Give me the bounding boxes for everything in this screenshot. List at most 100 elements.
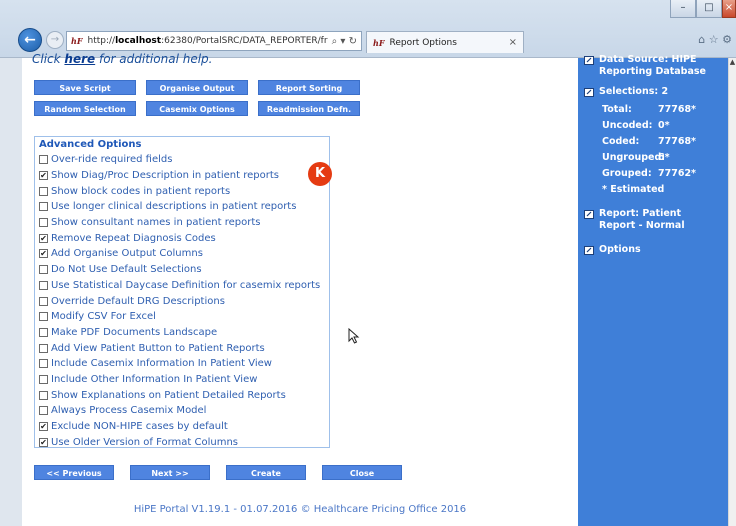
stat-ungrouped: Ungrouped: 6* (602, 152, 670, 163)
casemix-options-button[interactable]: Casemix Options (146, 101, 248, 116)
option-label: Include Other Information In Patient Vie… (51, 373, 258, 385)
option-label: Use longer clinical descriptions in pati… (51, 201, 297, 213)
option-label: Show Diag/Proc Description in patient re… (51, 170, 279, 182)
tab-close-icon[interactable]: × (509, 37, 517, 48)
option-row[interactable]: Use longer clinical descriptions in pati… (39, 199, 325, 215)
create-button[interactable]: Create (226, 465, 306, 480)
stat-total: Total: 77768* (602, 104, 697, 115)
button-row-1: Save Script Organise Output Report Sorti… (34, 80, 360, 95)
checkbox-unchecked[interactable] (39, 280, 48, 290)
sidebar-selections[interactable]: Selections: 2 (584, 86, 668, 98)
option-row[interactable]: ✔ Exclude NON-HIPE cases by default (39, 419, 325, 435)
random-selection-button[interactable]: Random Selection (34, 101, 136, 116)
checkbox-unchecked[interactable] (39, 374, 48, 384)
option-row[interactable]: Make PDF Documents Landscape (39, 325, 325, 341)
checkbox-unchecked[interactable] (39, 186, 48, 196)
option-label: Show consultant names in patient reports (51, 217, 261, 229)
checkbox-unchecked[interactable] (39, 312, 48, 322)
address-controls-icon[interactable]: ⌕ ▾ ↻ (332, 36, 357, 47)
option-row[interactable]: Use Statistical Daycase Definition for c… (39, 278, 325, 294)
address-url[interactable]: http://localhost:62380/PortalSRC/DATA_RE… (88, 36, 328, 46)
estimated-note: * Estimated (602, 184, 665, 195)
checkbox-checked[interactable]: ✔ (39, 233, 48, 243)
next-button[interactable]: Next >> (130, 465, 210, 480)
address-bar[interactable]: hF http://localhost:62380/PortalSRC/DATA… (66, 31, 362, 51)
option-row[interactable]: Include Other Information In Patient Vie… (39, 372, 325, 388)
checkbox-unchecked[interactable] (39, 327, 48, 337)
mouse-pointer-icon (348, 328, 360, 344)
maximize-button[interactable]: □ (696, 0, 722, 18)
option-row[interactable]: Include Casemix Information In Patient V… (39, 356, 325, 372)
checkbox-checked[interactable]: ✔ (39, 249, 48, 259)
option-row[interactable]: ✔ Use Older Version of Format Columns (39, 434, 325, 450)
forward-arrow-icon[interactable]: → (46, 31, 64, 49)
checkbox-unchecked[interactable] (39, 155, 48, 165)
summary-sidebar: Data Source: HIPE Reporting Database Sel… (578, 54, 728, 526)
checkbox-unchecked[interactable] (39, 202, 48, 212)
option-row[interactable]: Modify CSV For Excel (39, 309, 325, 325)
option-label: Over-ride required fields (51, 154, 173, 166)
sidebar-options[interactable]: Options (584, 244, 641, 256)
annotation-badge: K (308, 162, 332, 186)
save-script-button[interactable]: Save Script (34, 80, 136, 95)
checkbox-unchecked[interactable] (39, 359, 48, 369)
option-row[interactable]: Show consultant names in patient reports (39, 215, 325, 231)
option-row[interactable]: ✔ Add Organise Output Columns (39, 246, 325, 262)
readmission-defn-button[interactable]: Readmission Defn. (258, 101, 360, 116)
previous-button[interactable]: << Previous (34, 465, 114, 480)
sidebar-report[interactable]: Report: Patient Report - Normal (584, 208, 709, 232)
back-arrow-icon[interactable]: ← (18, 28, 42, 52)
option-row[interactable]: Do Not Use Default Selections (39, 262, 325, 278)
option-label: Remove Repeat Diagnosis Codes (51, 232, 216, 244)
tab-title: Report Options (389, 37, 457, 48)
option-label: Use Statistical Daycase Definition for c… (51, 279, 321, 291)
scroll-up-icon[interactable]: ▲ (729, 58, 736, 66)
navigation-buttons: << Previous Next >> Create Close (34, 465, 402, 480)
checkbox-unchecked[interactable] (39, 218, 48, 228)
page-footer: HiPE Portal V1.19.1 - 01.07.2016 © Healt… (133, 504, 467, 515)
option-row[interactable]: ✔ Show Diag/Proc Description in patient r… (39, 168, 325, 184)
edit-icon (584, 56, 594, 65)
edit-icon (584, 210, 594, 219)
window-controls: – □ × (670, 0, 736, 22)
advanced-options-list: Over-ride required fields ✔ Show Diag/Proc… (39, 152, 325, 450)
help-link[interactable]: here (64, 52, 95, 66)
option-row[interactable]: Always Process Casemix Model (39, 403, 325, 419)
browser-chrome: – □ × ← → hF http://localhost:62380/Port… (0, 0, 736, 58)
option-label: Show block codes in patient reports (51, 185, 231, 197)
checkbox-unchecked[interactable] (39, 343, 48, 353)
close-window-button[interactable]: × (722, 0, 736, 18)
selection-stats: Total: 77768* Uncoded: 0* Coded: 77768* Ung… (602, 102, 696, 198)
checkbox-unchecked[interactable] (39, 296, 48, 306)
checkbox-unchecked[interactable] (39, 406, 48, 416)
stat-coded: Coded: 77768* (602, 136, 697, 147)
option-label: Modify CSV For Excel (51, 311, 156, 323)
option-row[interactable]: Over-ride required fields (39, 152, 325, 168)
report-sorting-button[interactable]: Report Sorting (258, 80, 360, 95)
vertical-scrollbar[interactable]: ▲ (728, 58, 736, 526)
option-label: Exclude NON-HIPE cases by default (51, 421, 228, 433)
option-label: Add View Patient Button to Patient Repor… (51, 342, 265, 354)
close-button[interactable]: Close (322, 465, 402, 480)
organise-output-button[interactable]: Organise Output (146, 80, 248, 95)
option-row[interactable]: Add View Patient Button to Patient Repor… (39, 340, 325, 356)
sidebar-data-source[interactable]: Data Source: HIPE Reporting Database (584, 54, 723, 78)
option-label: Show Explanations on Patient Detailed Re… (51, 389, 286, 401)
stat-grouped: Grouped: 77762* (602, 168, 697, 179)
checkbox-checked[interactable]: ✔ (39, 437, 48, 447)
edit-icon (584, 88, 594, 97)
tab-report-options[interactable]: hF Report Options × (366, 31, 524, 53)
option-row[interactable]: ✔ Remove Repeat Diagnosis Codes (39, 230, 325, 246)
option-row[interactable]: Show block codes in patient reports (39, 183, 325, 199)
checkbox-unchecked[interactable] (39, 390, 48, 400)
option-label: Override Default DRG Descriptions (51, 295, 225, 307)
browser-toolbar-icons[interactable]: ⌂ ☆ ⚙ (698, 33, 732, 46)
option-row[interactable]: Override Default DRG Descriptions (39, 293, 325, 309)
checkbox-unchecked[interactable] (39, 265, 48, 275)
option-label: Do Not Use Default Selections (51, 264, 202, 276)
checkbox-checked[interactable]: ✔ (39, 422, 48, 432)
option-label: Make PDF Documents Landscape (51, 326, 218, 338)
minimize-button[interactable]: – (670, 0, 696, 18)
checkbox-checked[interactable]: ✔ (39, 171, 48, 181)
option-row[interactable]: Show Explanations on Patient Detailed Re… (39, 387, 325, 403)
